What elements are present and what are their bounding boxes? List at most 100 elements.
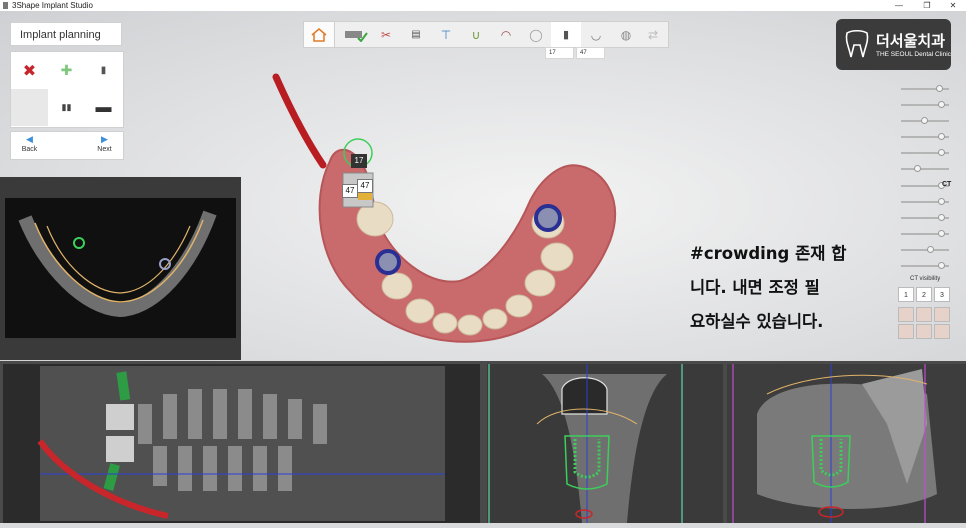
visibility-slider-9[interactable] — [901, 214, 949, 221]
implant-step-button[interactable]: ▮ — [551, 22, 581, 47]
panoramic-image — [37, 366, 445, 521]
ct-view-1-button[interactable]: 1 — [898, 287, 914, 302]
cross-section-view-1[interactable] — [487, 364, 723, 523]
cassette-icon: ▤ — [411, 29, 421, 40]
ct-axial-jaw — [18, 210, 217, 318]
guide-icon: ⇄ — [647, 27, 659, 42]
next-button[interactable]: ▶ Next — [86, 132, 123, 159]
slider-knob[interactable] — [927, 246, 934, 253]
ct-layout-c-button[interactable] — [934, 307, 950, 322]
wizard-nav: ◀ Back ▶ Next — [10, 131, 124, 160]
note-line-2: 니다. 내면 조정 필 — [690, 278, 820, 297]
subtab-17[interactable]: 17 — [545, 47, 574, 59]
back-label: Back — [21, 146, 38, 153]
slider-knob[interactable] — [938, 198, 945, 205]
ct-layout-a-button[interactable] — [898, 307, 914, 322]
ct-view-3-button[interactable]: 3 — [934, 287, 950, 302]
logo-korean-text: 더서울치과 — [876, 33, 946, 50]
ct-layout-f-button[interactable] — [934, 324, 950, 339]
window-title: 3Shape Implant Studio — [12, 1, 93, 10]
implant-tools-grid: ✖ ✚ ▮ ▮▮ ▬ — [10, 51, 124, 128]
slider-knob[interactable] — [938, 230, 945, 237]
implant-label-47-inner[interactable]: 47 — [357, 179, 373, 193]
clinic-logo: 더서울치과 THE SEOUL Dental Clinic — [836, 19, 951, 70]
tooth-icon: ◯ — [529, 27, 543, 42]
tooth-button[interactable]: ◯ — [521, 22, 551, 47]
globe-icon: ◍ — [620, 27, 632, 42]
implant-crown-button[interactable]: ⊤ — [431, 22, 461, 47]
abutment-button[interactable]: ▮▮ — [48, 89, 85, 126]
back-arrow-icon: ◀ — [26, 134, 33, 144]
consult-note: #crowding 존재 합 니다. 내면 조정 필 요하실수 있습니다. — [690, 237, 880, 339]
maximize-button[interactable]: ❐ — [914, 0, 940, 11]
scan-check-icon — [345, 30, 368, 42]
slider-knob[interactable] — [938, 214, 945, 221]
minimize-button[interactable]: — — [886, 0, 912, 11]
back-button[interactable]: ◀ Back — [11, 132, 48, 159]
slider-knob[interactable] — [914, 165, 921, 172]
nerve-canal — [272, 73, 327, 169]
implant-label-17[interactable]: 17 — [351, 154, 367, 168]
slider-knob[interactable] — [936, 85, 943, 92]
app-icon — [3, 2, 8, 9]
implant-ring-right[interactable] — [534, 204, 562, 232]
sleeve-step-button[interactable]: ◡ — [581, 22, 611, 47]
implant-icon: ▮ — [562, 29, 570, 41]
ct-layout-d-button[interactable] — [898, 324, 914, 339]
visibility-slider-12[interactable] — [901, 262, 949, 269]
teeth-tool-icon: ✂ — [380, 27, 392, 42]
home-icon — [311, 27, 327, 42]
subtab-47[interactable]: 47 — [576, 47, 605, 59]
ct-axial-view[interactable] — [0, 177, 241, 360]
arch-button[interactable]: ∪ — [461, 22, 491, 47]
guide-step-button[interactable]: ⇄ — [638, 22, 668, 47]
visibility-slider-3[interactable] — [901, 117, 949, 124]
visibility-slider-5[interactable] — [901, 149, 949, 156]
visibility-slider-8[interactable] — [901, 198, 949, 205]
implant-ring-left[interactable] — [375, 249, 401, 275]
panoramic-view[interactable] — [3, 364, 480, 523]
arch-icon: ∪ — [471, 27, 481, 42]
slider-knob[interactable] — [938, 262, 945, 269]
globe-step-button[interactable]: ◍ — [611, 22, 641, 47]
teeth-tool-button[interactable]: ✂ — [371, 22, 401, 47]
cross-section-image-2 — [727, 364, 966, 523]
cross-section-view-2[interactable] — [727, 364, 966, 523]
visibility-slider-6[interactable] — [901, 165, 949, 172]
implant-crown-icon: ⊤ — [440, 27, 452, 42]
visibility-slider-2[interactable] — [901, 101, 949, 108]
slider-knob[interactable] — [938, 101, 945, 108]
cassette-button[interactable]: ▤ — [401, 22, 431, 47]
ct-slider-label: CT — [942, 181, 952, 188]
implant-library-button[interactable]: ▮ — [85, 52, 122, 89]
next-arrow-icon: ▶ — [101, 134, 108, 144]
jaw-button[interactable]: ◠ — [491, 22, 521, 47]
next-label: Next — [97, 146, 112, 153]
close-button[interactable]: ✕ — [940, 0, 966, 11]
add-implant-button[interactable]: ✚ — [48, 52, 85, 89]
scan-check-button[interactable] — [341, 22, 371, 47]
panel-title: Implant planning — [10, 22, 122, 46]
slider-knob[interactable] — [938, 149, 945, 156]
slider-knob[interactable] — [938, 133, 945, 140]
visibility-slider-1[interactable] — [901, 85, 949, 92]
visibility-slider-10[interactable] — [901, 230, 949, 237]
ct-view-2-button[interactable]: 2 — [916, 287, 932, 302]
implant-subtabs: 17 47 — [545, 47, 605, 59]
delete-implant-button[interactable]: ✖ — [11, 52, 48, 89]
home-button[interactable] — [304, 22, 335, 47]
visibility-slider-4[interactable] — [901, 133, 949, 140]
ct-axial-image — [5, 198, 236, 338]
workflow-toolbar: ✂ ▤ ⊤ ∪ ◠ ◯ ▮ ◡ ◍ ⇄ — [303, 21, 669, 48]
slider-knob[interactable] — [921, 117, 928, 124]
sleeve-button[interactable]: ▬ — [85, 89, 122, 126]
title-bar: 3Shape Implant Studio — ❐ ✕ — [0, 0, 966, 11]
visibility-slider-11[interactable] — [901, 246, 949, 253]
ct-layout-e-button[interactable] — [916, 324, 932, 339]
sleeve-icon: ◡ — [590, 27, 602, 42]
implant-label-47[interactable]: 47 — [342, 184, 358, 198]
tooth-logo-icon — [845, 29, 869, 58]
jaw-icon: ◠ — [500, 27, 512, 42]
empty-tool-slot — [11, 89, 48, 126]
ct-layout-b-button[interactable] — [916, 307, 932, 322]
